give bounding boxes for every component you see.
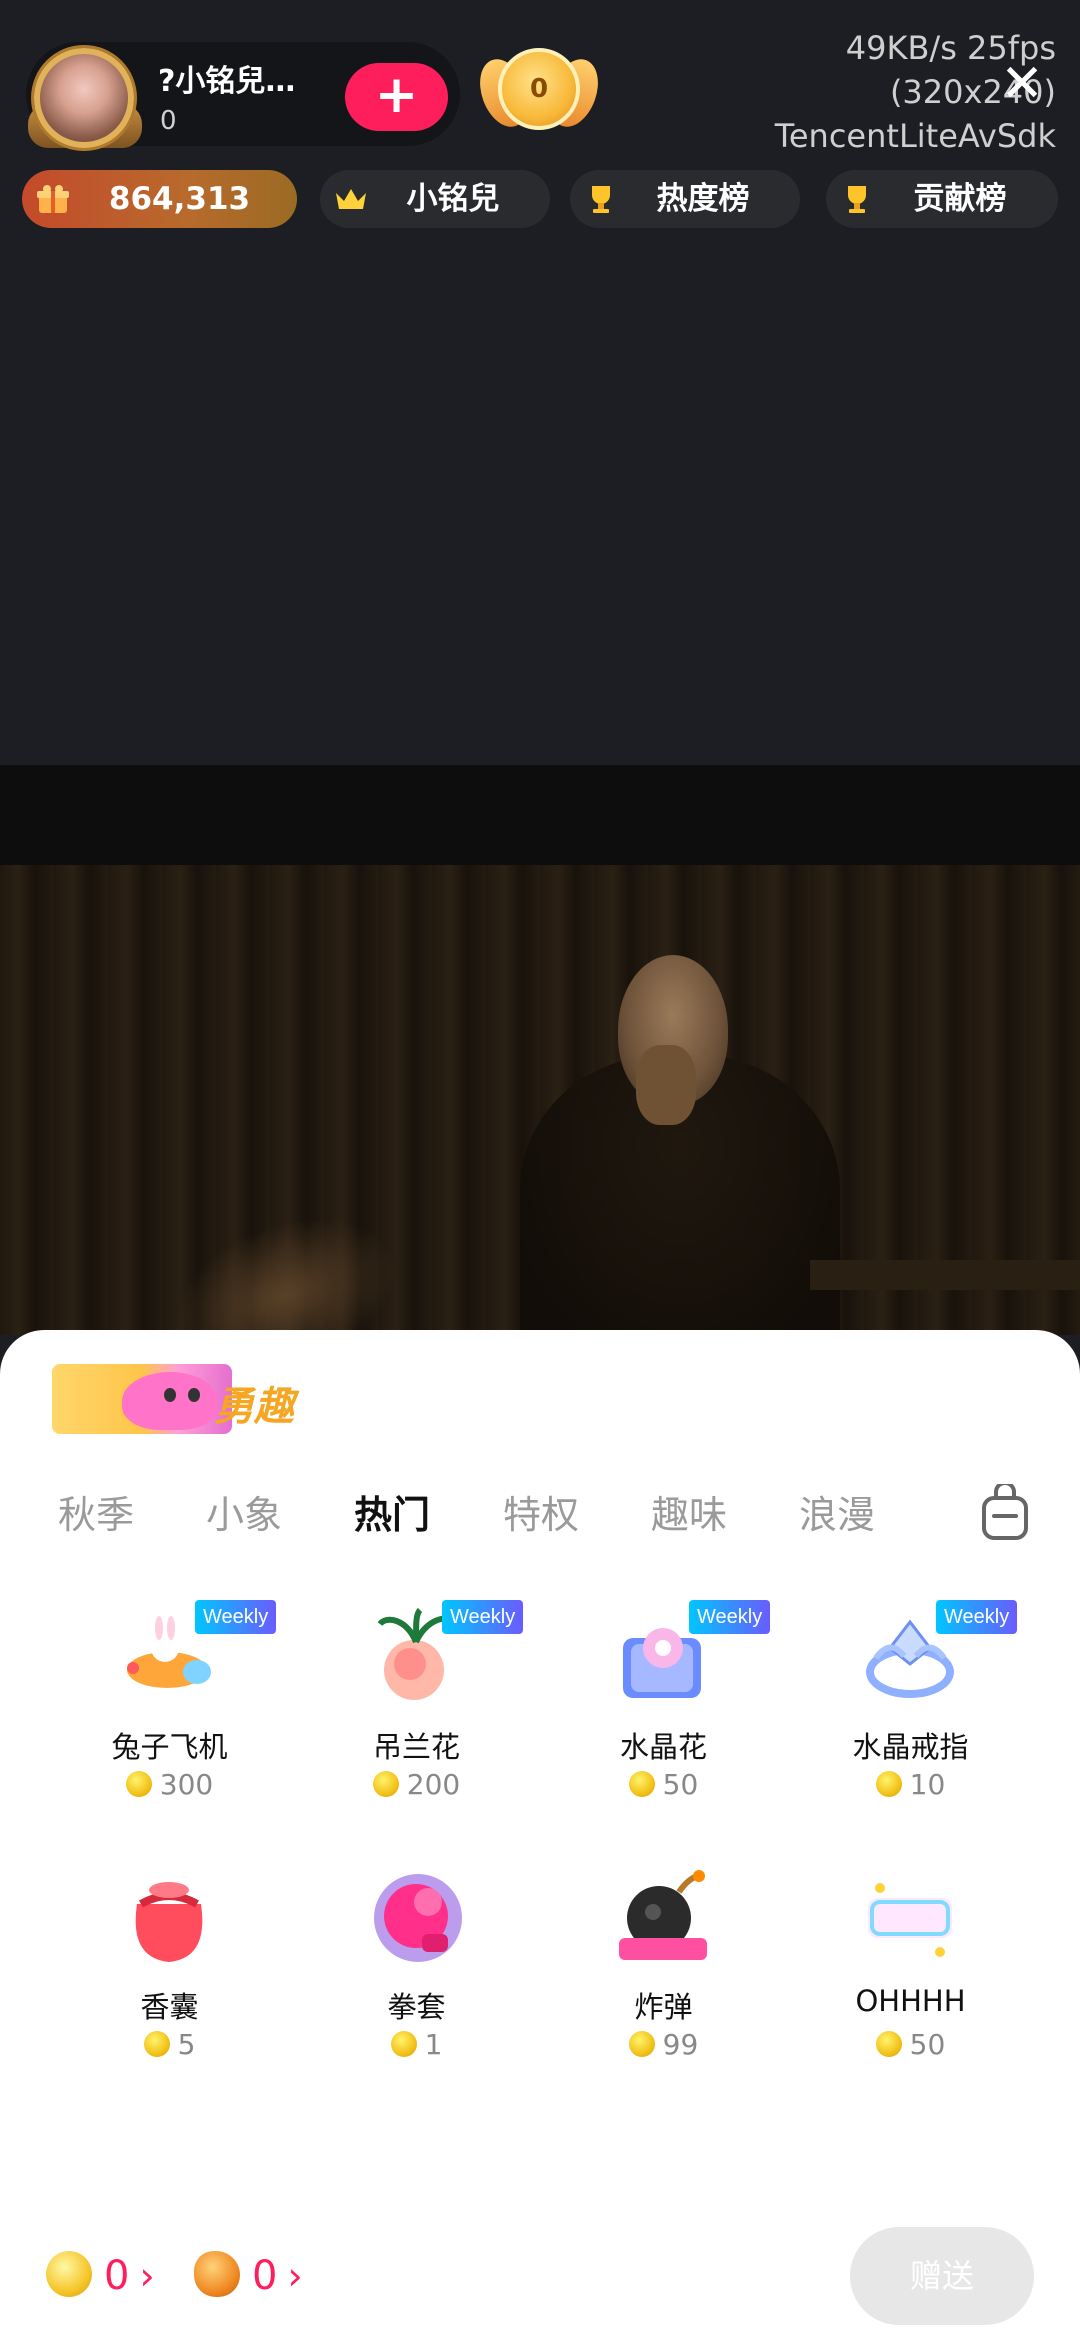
video-background-ledge	[810, 1260, 1080, 1290]
weekly-badge: Weekly	[936, 1600, 1018, 1634]
coin-icon	[628, 2031, 655, 2057]
gift-item-bomb[interactable]: 炸弹 99	[540, 1860, 787, 2100]
coin-balance-value: 0	[104, 2253, 130, 2299]
weekly-badge: Weekly	[442, 1600, 524, 1634]
host-tag-chip[interactable]: 小铭兒	[320, 170, 550, 228]
gift-name: OHHHH	[855, 1984, 966, 2018]
tab-romance[interactable]: 浪漫	[799, 1480, 875, 1550]
close-icon[interactable]: ✕	[996, 58, 1048, 110]
ohhh-icon	[868, 1883, 952, 1957]
orange-bean-icon	[194, 2251, 240, 2297]
gift-price: 50	[540, 1768, 787, 1801]
video-person-hand	[636, 1045, 696, 1125]
stats-sdk: TencentLiteAvSdk	[774, 117, 1056, 155]
gift-panel: 勇趣 秋季 小象 热门 特权 趣味 浪漫 Weekly 兔子飞机 300 Wee…	[0, 1330, 1080, 2340]
backpack-icon[interactable]	[980, 1484, 1030, 1542]
gift-item-flower[interactable]: Weekly 吊兰花 200	[293, 1600, 540, 1840]
gift-category-tabs: 秋季 小象 热门 特权 趣味 浪漫	[0, 1480, 1080, 1550]
bean-balance-value: 0	[252, 2253, 278, 2299]
bomb-icon	[619, 1870, 707, 1960]
coin-icon	[628, 1771, 655, 1797]
gift-total-chip[interactable]: 864,313	[22, 170, 297, 228]
gift-price: 10	[787, 1768, 1034, 1801]
gift-item-boxing-glove[interactable]: 拳套 1	[293, 1860, 540, 2100]
mascot-eye	[188, 1388, 200, 1402]
gold-coin-icon	[46, 2251, 92, 2297]
coin-icon	[875, 2031, 902, 2057]
tab-autumn[interactable]: 秋季	[58, 1480, 134, 1550]
send-gift-button[interactable]: 赠送	[850, 2227, 1034, 2325]
host-avatar[interactable]	[28, 44, 142, 148]
promo-banner-text: 勇趣	[214, 1384, 294, 1430]
bean-balance[interactable]: 0 ›	[194, 2251, 303, 2301]
gift-price: 99	[540, 2028, 787, 2061]
gift-item-rabbit-plane[interactable]: Weekly 兔子飞机 300	[46, 1600, 293, 1840]
coin-icon	[390, 2031, 417, 2057]
tab-elephant[interactable]: 小象	[206, 1480, 282, 1550]
gift-price: 200	[293, 1768, 540, 1801]
tab-privilege[interactable]: 特权	[503, 1480, 579, 1550]
promo-banner[interactable]	[52, 1364, 232, 1434]
weekly-badge: Weekly	[689, 1600, 771, 1634]
gift-name: 兔子飞机	[111, 1730, 228, 1764]
follow-button[interactable]: +	[345, 63, 448, 131]
coin-balance[interactable]: 0 ›	[46, 2251, 155, 2301]
gift-total-value: 864,313	[108, 181, 251, 217]
gift-price: 50	[787, 2028, 1034, 2061]
host-follower-count: 0	[160, 106, 177, 136]
mascot-eye	[164, 1388, 176, 1402]
gift-item-crystal-ring[interactable]: Weekly 水晶戒指 10	[787, 1600, 1034, 1840]
header-chips: 864,313 小铭兒 热度榜 贡献榜	[0, 170, 1080, 230]
coin-icon	[875, 1771, 902, 1797]
gift-name: 香囊	[140, 1990, 199, 2024]
gift-price: 5	[46, 2028, 293, 2061]
live-video[interactable]	[0, 865, 1080, 1335]
tab-hot[interactable]: 热门	[354, 1480, 430, 1550]
gift-price: 300	[46, 1768, 293, 1801]
host-tag-label: 小铭兒	[406, 181, 500, 217]
boxing-glove-icon	[374, 1874, 462, 1962]
gift-item-crystal-flower[interactable]: Weekly 水晶花 50	[540, 1600, 787, 1840]
gift-item-ohhhh[interactable]: OHHHH 50	[787, 1860, 1034, 2100]
video-letterbox	[0, 765, 1080, 865]
gift-name: 水晶戒指	[852, 1730, 969, 1764]
medal-value: 0	[498, 48, 580, 130]
coin-icon	[372, 1771, 399, 1797]
gift-item-sachet[interactable]: 香囊 5	[46, 1860, 293, 2100]
contribution-rank-label: 贡献榜	[913, 181, 1007, 217]
chevron-right-icon: ›	[287, 2254, 303, 2298]
gift-name: 水晶花	[619, 1730, 707, 1764]
tab-fun[interactable]: 趣味	[651, 1480, 727, 1550]
host-name: ?小铭兒…	[158, 64, 296, 99]
contribution-rank-chip[interactable]: 贡献榜	[826, 170, 1058, 228]
avatar-image	[34, 48, 134, 148]
gift-name: 炸弹	[634, 1990, 693, 2024]
weekly-badge: Weekly	[195, 1600, 277, 1634]
chevron-right-icon: ›	[139, 2254, 155, 2298]
gift-name: 吊兰花	[372, 1730, 460, 1764]
coin-icon	[125, 1771, 152, 1797]
coin-icon	[143, 2031, 170, 2057]
video-foreground-shape	[152, 1189, 418, 1335]
gift-price: 1	[293, 2028, 540, 2061]
hot-rank-chip[interactable]: 热度榜	[570, 170, 800, 228]
sachet-icon	[135, 1882, 203, 1962]
gift-name: 拳套	[387, 1990, 446, 2024]
hot-rank-label: 热度榜	[656, 181, 750, 217]
medal-badge[interactable]: 0	[471, 40, 607, 150]
